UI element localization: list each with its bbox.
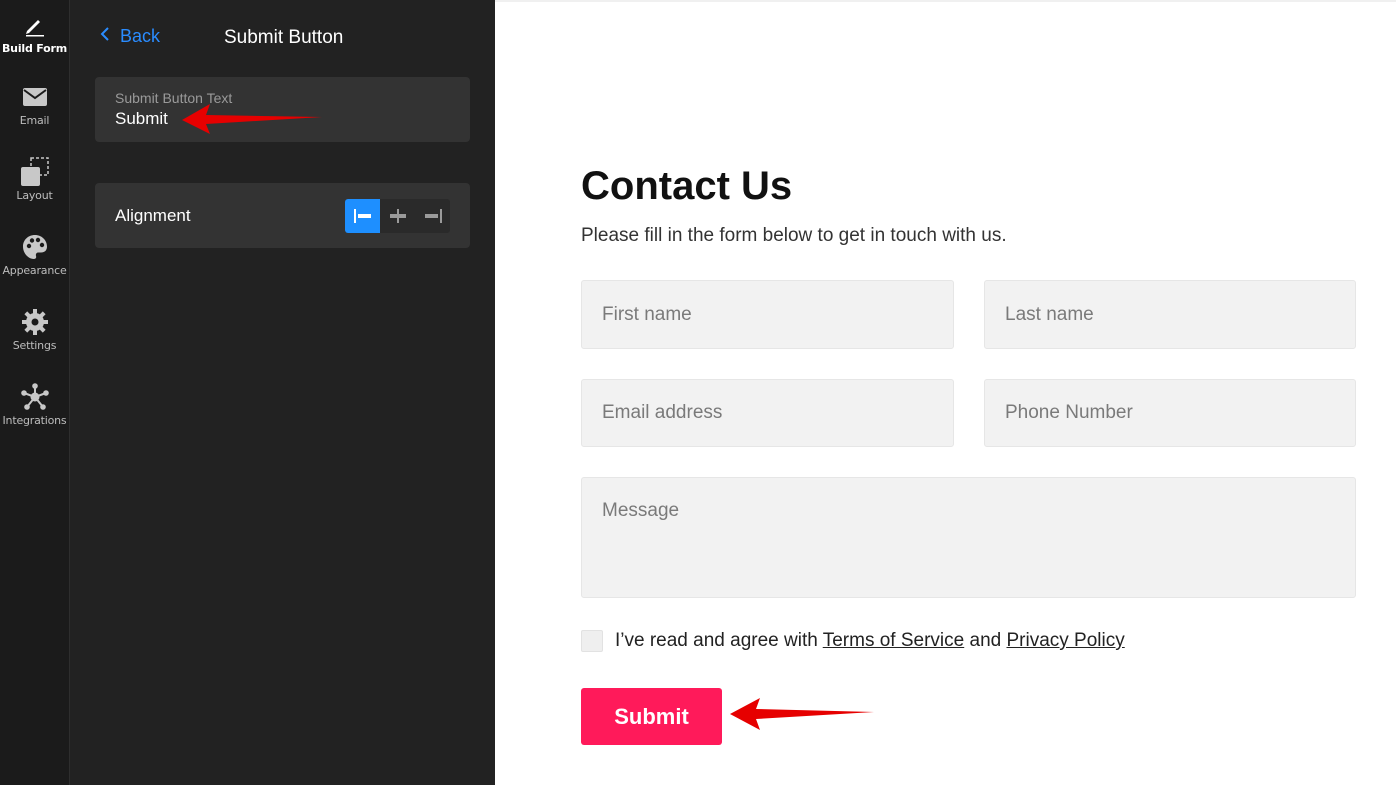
annotation-arrow xyxy=(730,698,874,730)
privacy-link[interactable]: Privacy Policy xyxy=(1006,630,1124,651)
consent-text: I’ve read and agree with Terms of Servic… xyxy=(615,630,1125,652)
form-preview: Contact Us Please fill in the form below… xyxy=(495,0,1396,785)
integrations-icon xyxy=(20,382,50,412)
envelope-icon xyxy=(20,82,50,112)
consent-row: I’ve read and agree with Terms of Servic… xyxy=(581,630,1125,652)
rail-label: Appearance xyxy=(2,264,67,277)
last-name-input[interactable] xyxy=(984,280,1356,349)
align-left-button[interactable] xyxy=(345,198,380,233)
pencil-icon xyxy=(20,10,50,40)
settings-panel: Back Submit Button Submit Button Text Al… xyxy=(70,0,495,785)
email-input[interactable] xyxy=(581,379,954,447)
rail-item-settings[interactable]: Settings xyxy=(0,307,69,352)
gear-icon xyxy=(20,307,50,337)
submit-button[interactable]: Submit xyxy=(581,688,722,745)
layout-icon xyxy=(20,157,50,187)
back-label: Back xyxy=(120,26,161,46)
back-button[interactable]: Back xyxy=(100,26,160,47)
form-subtitle: Please fill in the form below to get in … xyxy=(581,225,1007,246)
palette-icon xyxy=(20,232,50,262)
rail-item-email[interactable]: Email xyxy=(0,82,69,127)
panel-title: Submit Button xyxy=(224,27,344,48)
first-name-input[interactable] xyxy=(581,280,954,349)
annotation-arrow xyxy=(182,104,322,134)
message-textarea[interactable] xyxy=(581,477,1356,598)
rail-label: Email xyxy=(19,114,50,127)
terms-link[interactable]: Terms of Service xyxy=(823,630,964,651)
rail-item-integrations[interactable]: Integrations xyxy=(0,382,69,427)
alignment-setting: Alignment xyxy=(95,183,470,248)
rail-label: Build Form xyxy=(2,42,67,55)
rail-label: Settings xyxy=(12,339,57,352)
chevron-left-icon xyxy=(100,26,110,47)
alignment-label: Alignment xyxy=(115,205,191,225)
consent-checkbox[interactable] xyxy=(581,630,603,652)
rail-item-build-form[interactable]: Build Form xyxy=(0,10,69,55)
rail-label: Layout xyxy=(16,189,53,202)
align-left-icon xyxy=(353,208,371,223)
consent-prefix: I’ve read and agree with xyxy=(615,630,818,651)
align-right-icon xyxy=(424,208,442,223)
consent-and: and xyxy=(969,630,1002,651)
align-right-button[interactable] xyxy=(415,199,450,233)
rail-item-layout[interactable]: Layout xyxy=(0,157,69,202)
form-title: Contact Us xyxy=(581,164,793,208)
alignment-toggle-group xyxy=(345,198,450,233)
align-center-icon xyxy=(389,208,406,223)
rail-item-appearance[interactable]: Appearance xyxy=(0,232,69,277)
rail-label: Integrations xyxy=(2,414,67,427)
phone-input[interactable] xyxy=(984,379,1356,447)
align-center-button[interactable] xyxy=(380,199,415,233)
left-nav-rail: Build Form Email Layout Appearance Setti… xyxy=(0,0,70,785)
